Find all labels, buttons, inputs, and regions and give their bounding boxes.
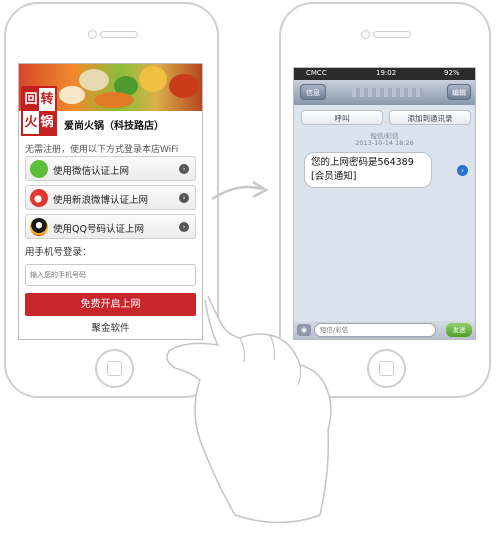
illustration-overlay — [166, 180, 332, 524]
hand-sketch — [166, 295, 332, 524]
